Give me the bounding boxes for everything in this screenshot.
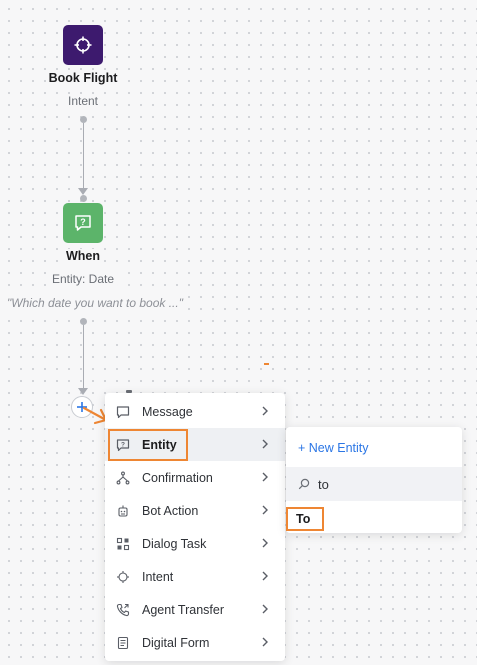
bot-action-icon	[116, 504, 130, 518]
menu-item-label: Digital Form	[142, 635, 210, 650]
dialog-task-icon	[116, 537, 130, 551]
node-title: Book Flight	[46, 71, 120, 85]
decorative-mark	[264, 363, 269, 365]
node-prompt-text: "Which date you want to book ..."	[7, 296, 183, 310]
menu-item-digital-form[interactable]: Digital Form	[105, 626, 285, 659]
when-node-icon[interactable]: ?	[63, 203, 103, 243]
entity-highlight-box	[108, 429, 188, 461]
menu-item-agent-transfer[interactable]: Agent Transfer	[105, 593, 285, 626]
arrow-down-icon	[78, 388, 88, 395]
agent-transfer-icon	[116, 603, 130, 617]
digital-form-icon	[116, 636, 130, 650]
chevron-right-icon	[262, 472, 268, 482]
chevron-right-icon	[262, 505, 268, 515]
menu-item-label: Bot Action	[142, 503, 199, 518]
chevron-right-icon	[262, 571, 268, 581]
search-icon	[298, 478, 310, 490]
menu-item-intent[interactable]: Intent	[105, 560, 285, 593]
connector-dot	[79, 318, 87, 325]
node-title: When	[63, 249, 103, 263]
entity-search-input[interactable]	[318, 476, 448, 492]
question-message-icon: ?	[75, 215, 91, 231]
menu-item-bot-action[interactable]: Bot Action	[105, 494, 285, 527]
menu-item-label: Agent Transfer	[142, 602, 224, 617]
chevron-right-icon	[262, 538, 268, 548]
connector-line	[82, 325, 84, 391]
to-result-highlight-box	[286, 507, 324, 531]
crosshair-icon	[74, 36, 92, 54]
node-subtitle: Intent	[63, 94, 103, 108]
connector-line	[82, 123, 84, 191]
chevron-right-icon	[262, 406, 268, 416]
node-subtitle: Entity: Date	[47, 272, 119, 286]
menu-item-message[interactable]: Message	[105, 395, 285, 428]
menu-item-label: Intent	[142, 569, 174, 584]
confirmation-icon	[116, 471, 130, 485]
intent-icon	[116, 570, 130, 584]
menu-item-dialog-task[interactable]: Dialog Task	[105, 527, 285, 560]
connector-dot	[79, 195, 87, 202]
book-flight-node-icon[interactable]	[63, 25, 103, 65]
svg-text:?: ?	[80, 217, 86, 227]
chevron-right-icon	[262, 604, 268, 614]
menu-item-confirmation[interactable]: Confirmation	[105, 461, 285, 494]
chevron-right-icon	[262, 439, 268, 449]
new-entity-button[interactable]: + New Entity	[298, 441, 369, 455]
menu-item-label: Dialog Task	[142, 536, 207, 551]
menu-item-label: Message	[142, 404, 193, 419]
menu-item-label: Confirmation	[142, 470, 213, 485]
entity-search-row	[286, 467, 462, 501]
message-icon	[116, 405, 130, 419]
connector-dot	[79, 116, 87, 123]
chevron-right-icon	[262, 637, 268, 647]
